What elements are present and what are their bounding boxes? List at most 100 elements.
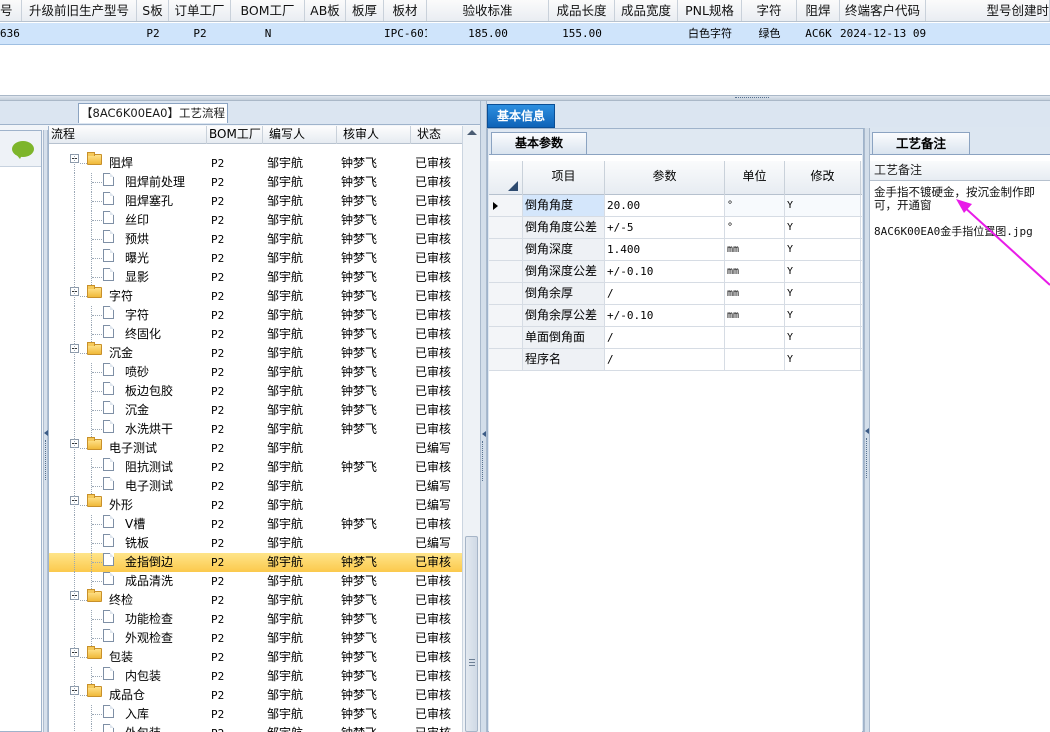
param-modify-cell[interactable]: Y: [785, 283, 861, 304]
param-modify-cell[interactable]: Y: [785, 195, 861, 216]
col-created-time[interactable]: 型号创建时: [926, 0, 1050, 21]
param-value-cell[interactable]: +/-0.10: [605, 305, 725, 326]
param-modify-cell[interactable]: Y: [785, 305, 861, 326]
param-unit-cell[interactable]: [725, 327, 785, 348]
row-indicator[interactable]: [489, 327, 523, 348]
collapse-left-icon[interactable]: [482, 431, 486, 437]
param-modify-cell[interactable]: Y: [785, 349, 861, 370]
tree-row[interactable]: 电子测试 P2 邹宇航 已编写: [49, 477, 462, 496]
tree-row[interactable]: 电子测试 P2 邹宇航 已编写: [49, 437, 462, 458]
tree-row[interactable]: 金指倒边 P2 邹宇航 钟梦飞 已审核: [49, 553, 462, 572]
splitter-grip[interactable]: [735, 97, 769, 100]
param-unit-cell[interactable]: [725, 349, 785, 370]
notes-attachment-link[interactable]: 8AC6K00EA0金手指位置图.jpg: [874, 223, 1050, 239]
cell-material[interactable]: IPC-6012 II级: [384, 23, 427, 44]
col-s-board[interactable]: S板: [137, 0, 169, 21]
col-legend[interactable]: 字符: [742, 0, 797, 21]
tree-row[interactable]: 预烘 P2 邹宇航 钟梦飞 已审核: [49, 230, 462, 249]
tree-row[interactable]: 外包装 P2 邹宇航 钟梦飞 已审核: [49, 724, 462, 732]
col-pnl-spec[interactable]: PNL规格: [678, 0, 742, 21]
tree-row[interactable]: 板边包胶 P2 邹宇航 钟梦飞 已审核: [49, 382, 462, 401]
tab-process-notes[interactable]: 工艺备注: [872, 132, 970, 154]
col-item[interactable]: 项目: [523, 161, 605, 195]
col-width[interactable]: 成品宽度: [615, 0, 678, 21]
param-unit-cell[interactable]: °: [725, 195, 785, 216]
param-unit-cell[interactable]: mm: [725, 261, 785, 282]
params-row[interactable]: 倒角角度公差 +/-5 ° Y: [489, 217, 862, 239]
param-unit-cell[interactable]: °: [725, 217, 785, 238]
col-customer-code[interactable]: 终端客户代码: [840, 0, 926, 21]
params-row[interactable]: 倒角余厚公差 +/-0.10 mm Y: [489, 305, 862, 327]
tree-scrollbar[interactable]: [462, 126, 480, 732]
tab-process-flow[interactable]: 【8AC6K00EA0】工艺流程: [78, 103, 228, 123]
row-indicator[interactable]: [489, 239, 523, 260]
row-indicator[interactable]: [489, 305, 523, 326]
param-value-cell[interactable]: /: [605, 327, 725, 348]
tree-row[interactable]: 包装 P2 邹宇航 钟梦飞 已审核: [49, 646, 462, 667]
comment-bubble-icon[interactable]: [12, 141, 34, 159]
col-solder-mask[interactable]: 阻焊: [797, 0, 840, 21]
cell-legend[interactable]: 绿色: [742, 23, 797, 44]
cell-order-factory[interactable]: P2: [169, 23, 231, 44]
scroll-up-icon[interactable]: [467, 130, 477, 135]
tree-row[interactable]: 水洗烘干 P2 邹宇航 钟梦飞 已审核: [49, 420, 462, 439]
row-indicator[interactable]: [489, 195, 523, 216]
tree-row[interactable]: 阻焊 P2 邹宇航 钟梦飞 已审核: [49, 152, 462, 173]
cell-created-time[interactable]: [926, 23, 1050, 44]
notes-text[interactable]: 金手指不镀硬金，按沉金制作即可，开通窗: [874, 186, 1050, 212]
cell-thickness[interactable]: [346, 23, 384, 44]
tree-row[interactable]: 终检 P2 邹宇航 钟梦飞 已审核: [49, 589, 462, 610]
tree-row[interactable]: 外观检查 P2 邹宇航 钟梦飞 已审核: [49, 629, 462, 648]
col-order-factory[interactable]: 订单工厂: [169, 0, 231, 21]
tree-row[interactable]: 阻焊塞孔 P2 邹宇航 钟梦飞 已审核: [49, 192, 462, 211]
tree-row[interactable]: 铣板 P2 邹宇航 已编写: [49, 534, 462, 553]
tree-row[interactable]: 字符 P2 邹宇航 钟梦飞 已审核: [49, 306, 462, 325]
tree-row[interactable]: 成品清洗 P2 邹宇航 钟梦飞 已审核: [49, 572, 462, 591]
cell-customer-code[interactable]: 2024-12-13 09:13:05: [840, 23, 926, 44]
col-acceptance-std[interactable]: 验收标准: [427, 0, 549, 21]
col-ab-board[interactable]: AB板: [305, 0, 346, 21]
param-value-cell[interactable]: /: [605, 283, 725, 304]
cell-solder-mask[interactable]: AC6K: [797, 23, 840, 44]
col-material[interactable]: 板材: [384, 0, 427, 21]
param-modify-cell[interactable]: Y: [785, 239, 861, 260]
tree-row[interactable]: 外形 P2 邹宇航 已编写: [49, 494, 462, 515]
row-indicator[interactable]: [489, 217, 523, 238]
col-param[interactable]: 参数: [605, 161, 725, 195]
tree-row[interactable]: 功能检查 P2 邹宇航 钟梦飞 已审核: [49, 610, 462, 629]
cell-acceptance-std[interactable]: 185.00: [427, 23, 549, 44]
col-unit[interactable]: 单位: [725, 161, 785, 195]
param-value-cell[interactable]: +/-0.10: [605, 261, 725, 282]
cell-s-board[interactable]: P2: [137, 23, 169, 44]
tree-row[interactable]: 沉金 P2 邹宇航 钟梦飞 已审核: [49, 401, 462, 420]
cell-width[interactable]: [615, 23, 678, 44]
col-thickness[interactable]: 板厚: [346, 0, 384, 21]
param-value-cell[interactable]: 20.00: [605, 195, 725, 216]
col-bom-factory[interactable]: BOM工厂: [231, 0, 305, 21]
row-indicator[interactable]: [489, 283, 523, 304]
tree-row[interactable]: 显影 P2 邹宇航 钟梦飞 已审核: [49, 268, 462, 287]
param-value-cell[interactable]: /: [605, 349, 725, 370]
params-row[interactable]: 倒角角度 20.00 ° Y: [489, 195, 862, 217]
tab-basic-info[interactable]: 基本信息: [487, 104, 555, 128]
cell-old-model[interactable]: [22, 23, 137, 44]
col-modify[interactable]: 修改: [785, 161, 861, 195]
params-row[interactable]: 倒角深度 1.400 mm Y: [489, 239, 862, 261]
tree-row[interactable]: 沉金 P2 邹宇航 钟梦飞 已审核: [49, 342, 462, 363]
col-old-model[interactable]: 升级前旧生产型号: [22, 0, 137, 21]
tree-row[interactable]: 终固化 P2 邹宇航 钟梦飞 已审核: [49, 325, 462, 344]
tree-row[interactable]: 喷砂 P2 邹宇航 钟梦飞 已审核: [49, 363, 462, 382]
tree-row[interactable]: 字符 P2 邹宇航 钟梦飞 已审核: [49, 285, 462, 306]
order-grid-row[interactable]: 636P2P2NIPC-6012 II级185.00155.00白色字符绿色AC…: [0, 23, 1050, 45]
param-unit-cell[interactable]: mm: [725, 283, 785, 304]
cell-pnl-spec[interactable]: 白色字符: [678, 23, 742, 44]
tree-row[interactable]: 曝光 P2 邹宇航 钟梦飞 已审核: [49, 249, 462, 268]
cell-bom-factory[interactable]: N: [231, 23, 305, 44]
col-length[interactable]: 成品长度: [549, 0, 615, 21]
cell-ab-board[interactable]: [305, 23, 346, 44]
collapse-left-icon[interactable]: [865, 428, 869, 434]
params-row[interactable]: 单面倒角面 / Y: [489, 327, 862, 349]
tree-row[interactable]: 内包装 P2 邹宇航 钟梦飞 已审核: [49, 667, 462, 686]
splitter-grip[interactable]: [866, 438, 869, 478]
param-value-cell[interactable]: +/-5: [605, 217, 725, 238]
